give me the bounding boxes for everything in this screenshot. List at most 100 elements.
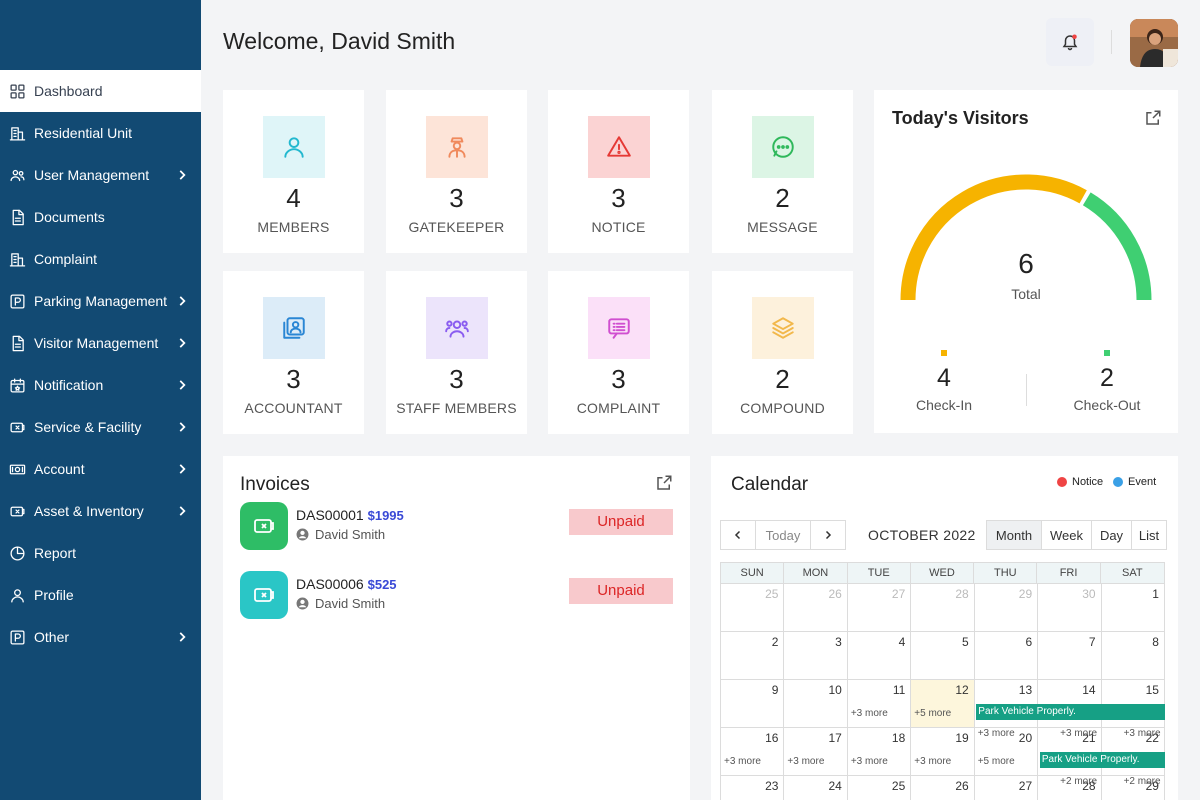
calendar-day-cell[interactable]: 25 — [721, 584, 785, 632]
sidebar-item-dashboard[interactable]: Dashboard — [0, 70, 201, 112]
calendar-day-cell[interactable]: 26 — [784, 584, 848, 632]
calendar-event[interactable]: Park Vehicle Properly. — [1039, 752, 1165, 768]
chevron-right-icon — [179, 632, 186, 642]
stat-value: 3 — [449, 183, 464, 213]
calendar-day-cell[interactable]: 18 +3 more — [847, 728, 912, 776]
stat-card-gatekeeper[interactable]: 3 GATEKEEPER — [386, 90, 527, 253]
calendar-day-cell[interactable]: 25 — [848, 776, 912, 800]
calendar-day-cell[interactable]: 11 +3 more — [847, 680, 912, 728]
checkin-marker — [941, 350, 947, 356]
more-events-link[interactable]: +3 more — [978, 728, 1015, 739]
more-events-link[interactable]: +3 more — [787, 756, 824, 767]
invoices-title: Invoices — [240, 474, 310, 495]
calendar-day-cell[interactable]: 12 +5 more — [911, 680, 975, 728]
more-events-link[interactable]: +5 more — [978, 756, 1015, 767]
calendar-day-cell[interactable]: 4 — [847, 632, 912, 680]
building-icon — [8, 124, 26, 142]
sidebar-item-label: User Management — [34, 167, 150, 183]
more-events-link[interactable]: +3 more — [1124, 728, 1161, 739]
chevron-left-icon — [734, 530, 741, 540]
calendar-day-cell[interactable]: 10 — [784, 680, 848, 728]
more-events-link[interactable]: +2 more — [1124, 776, 1161, 787]
calendar-day-cell[interactable]: 27 — [847, 584, 912, 632]
external-link-icon[interactable] — [655, 474, 673, 492]
calendar-week-row: 16 +3 more 17 +3 more 18 +3 more 19 +3 more 20 +5… — [720, 728, 1165, 776]
calendar-day-cell[interactable]: 6 — [974, 632, 1039, 680]
sidebar-item-label: Service & Facility — [34, 419, 142, 435]
sidebar-item-profile[interactable]: Profile — [0, 574, 201, 616]
sidebar-item-notification[interactable]: Notification — [0, 364, 201, 406]
calendar-day-cell[interactable]: 29 — [974, 584, 1039, 632]
sidebar-item-user-management[interactable]: User Management — [0, 154, 201, 196]
sidebar-item-label: Report — [34, 545, 77, 561]
more-events-link[interactable]: +3 more — [914, 756, 951, 767]
sidebar-item-label: Visitor Management — [34, 335, 159, 351]
view-day-button[interactable]: Day — [1091, 520, 1132, 550]
calendar-day-cell[interactable]: 9 — [721, 680, 785, 728]
sidebar-item-parking-management[interactable]: Parking Management — [0, 280, 201, 322]
calendar-day-cell[interactable]: 7 — [1038, 632, 1102, 680]
calendar-day-cell[interactable]: 28 — [911, 584, 975, 632]
stat-card-message[interactable]: 2 MESSAGE — [712, 90, 853, 253]
stat-card-members[interactable]: 4 MEMBERS — [223, 90, 364, 253]
more-events-link[interactable]: +3 more — [724, 756, 761, 767]
stat-card-compound[interactable]: 2 COMPOUND — [712, 271, 853, 434]
stat-card-staff-members[interactable]: 3 STAFF MEMBERS — [386, 271, 527, 434]
sidebar-item-asset-inventory[interactable]: Asset & Inventory — [0, 490, 201, 532]
calendar-day-cell[interactable]: 2 — [721, 632, 785, 680]
calendar-next-button[interactable] — [810, 520, 846, 550]
calendar-day-cell[interactable]: 20 +5 more +3 more — [974, 728, 1039, 776]
calendar-day-cell[interactable]: 28 +2 more — [1038, 776, 1102, 800]
calendar-day-cell[interactable]: 29 +2 more — [1102, 776, 1165, 800]
calendar-day-cell[interactable]: 5 — [911, 632, 975, 680]
calendar-day-number: 17 — [828, 731, 842, 745]
view-week-button[interactable]: Week — [1041, 520, 1092, 550]
calendar-day-cell[interactable]: 3 — [784, 632, 848, 680]
calendar-day-cell[interactable]: 24 — [784, 776, 848, 800]
calendar-day-cell[interactable]: 16 +3 more — [721, 728, 785, 776]
calendar-day-cell[interactable]: 19 +3 more — [911, 728, 975, 776]
more-events-link[interactable]: +3 more — [851, 708, 888, 719]
sidebar-item-report[interactable]: Report — [0, 532, 201, 574]
external-link-icon[interactable] — [1144, 109, 1162, 127]
sidebar-item-label: Account — [34, 461, 85, 477]
legend-event-label: Event — [1128, 476, 1157, 488]
view-month-button[interactable]: Month — [986, 520, 1042, 550]
layers-icon — [752, 297, 814, 359]
avatar[interactable] — [1130, 19, 1178, 67]
calendar-day-number: 4 — [898, 635, 906, 649]
sidebar-item-complaint[interactable]: Complaint — [0, 238, 201, 280]
more-events-link[interactable]: +3 more — [851, 756, 888, 767]
calendar-day-cell[interactable]: 1 — [1101, 584, 1165, 632]
calendar-prev-button[interactable] — [720, 520, 756, 550]
calendar-month-label: OCTOBER 2022 — [868, 527, 976, 543]
sidebar-item-documents[interactable]: Documents — [0, 196, 201, 238]
stat-label: GATEKEEPER — [408, 219, 505, 235]
user-icon — [263, 116, 325, 178]
calendar-day-cell[interactable]: 26 — [911, 776, 975, 800]
more-events-link[interactable]: +3 more — [1060, 728, 1097, 739]
grid-icon — [8, 82, 26, 100]
header-divider — [1111, 30, 1112, 54]
notifications-button[interactable] — [1046, 18, 1094, 66]
view-list-button[interactable]: List — [1131, 520, 1167, 550]
more-events-link[interactable]: +2 more — [1060, 776, 1097, 787]
calendar-week-row: 23 24 25 26 27 28 +2 more 29 +2 more — [720, 776, 1165, 800]
calendar-day-number: 7 — [1088, 635, 1096, 649]
calendar-event[interactable]: Park Vehicle Properly. — [976, 704, 1165, 720]
calendar-day-cell[interactable]: 30 — [1038, 584, 1102, 632]
sidebar-item-other[interactable]: Other — [0, 616, 201, 658]
sidebar-item-service-facility[interactable]: Service & Facility — [0, 406, 201, 448]
calendar-today-button[interactable]: Today — [755, 520, 811, 550]
calendar-day-cell[interactable]: 8 — [1101, 632, 1165, 680]
stat-card-complaint[interactable]: 3 COMPLAINT — [548, 271, 689, 434]
sidebar-item-account[interactable]: Account — [0, 448, 201, 490]
more-events-link[interactable]: +5 more — [914, 708, 951, 719]
calendar-day-cell[interactable]: 23 — [721, 776, 785, 800]
stat-card-notice[interactable]: 3 NOTICE — [548, 90, 689, 253]
sidebar-item-visitor-management[interactable]: Visitor Management — [0, 322, 201, 364]
stat-card-accountant[interactable]: 3 ACCOUNTANT — [223, 271, 364, 434]
calendar-day-cell[interactable]: 27 — [975, 776, 1039, 800]
sidebar-item-residential-unit[interactable]: Residential Unit — [0, 112, 201, 154]
calendar-day-cell[interactable]: 17 +3 more — [784, 728, 848, 776]
